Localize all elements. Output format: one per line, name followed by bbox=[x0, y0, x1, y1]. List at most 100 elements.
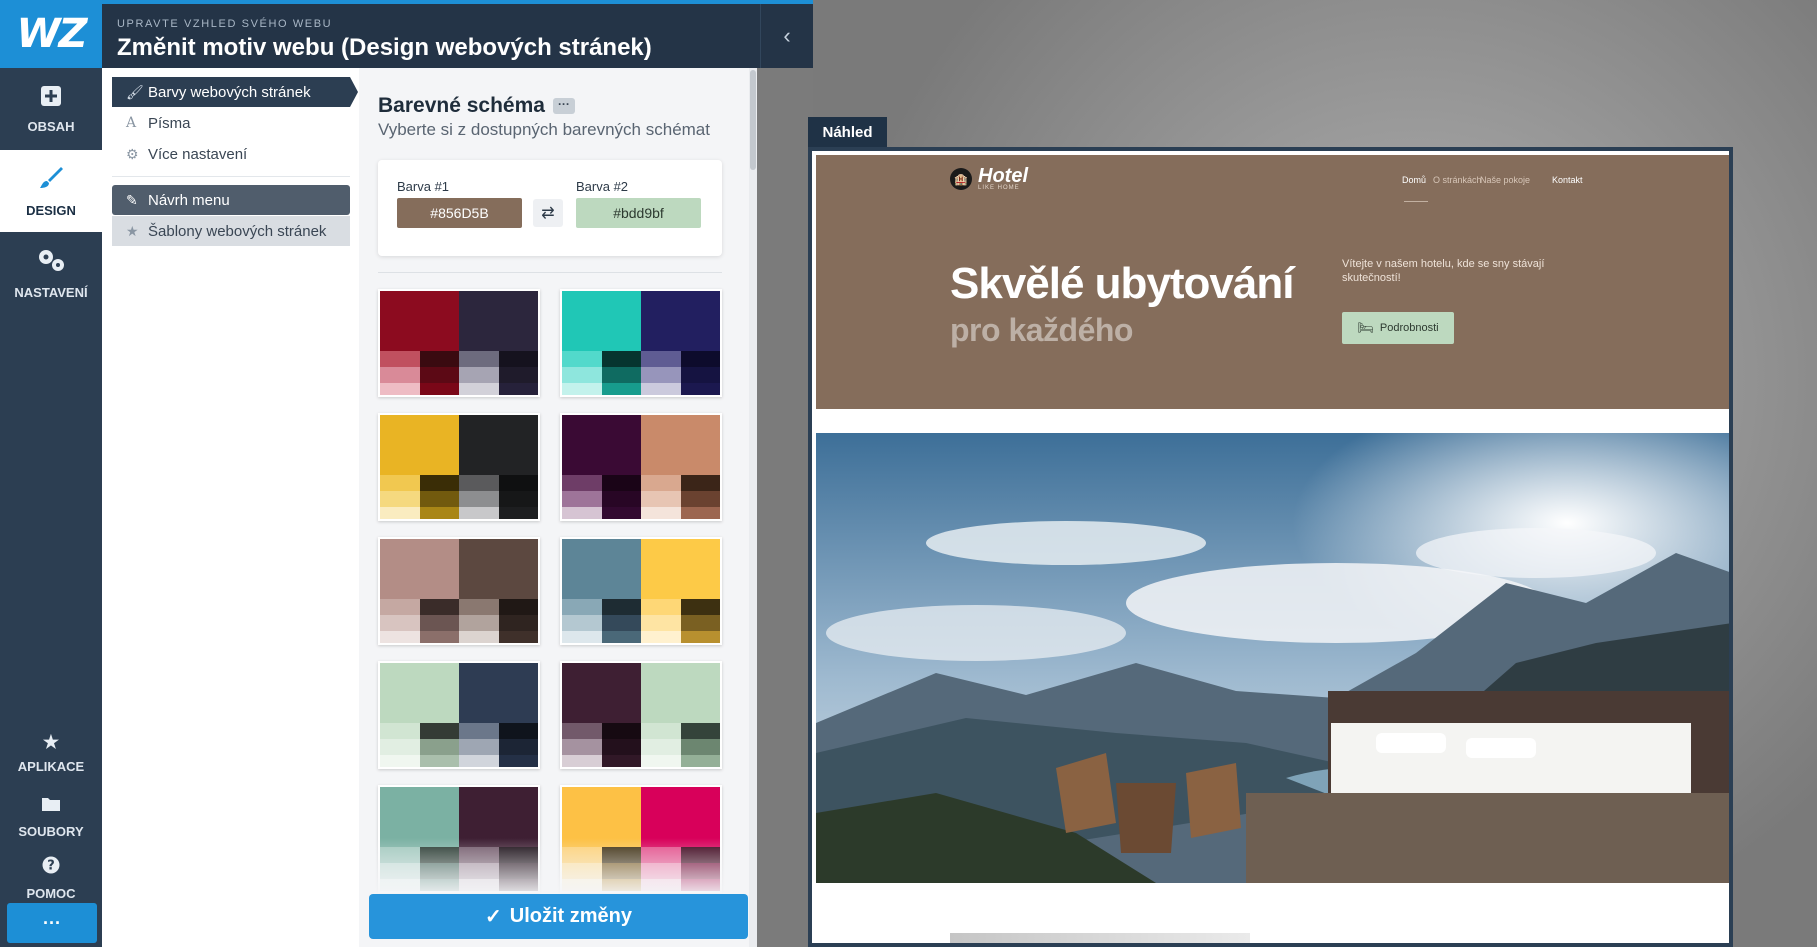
palette-shade-swatch bbox=[380, 723, 420, 739]
submenu-item-more-settings[interactable]: ⚙ Více nastavení bbox=[112, 139, 350, 169]
color1-swatch[interactable]: #856D5B bbox=[397, 198, 522, 228]
palette-option[interactable] bbox=[560, 289, 722, 397]
submenu-item-templates[interactable]: ★ Šablony webových stránek bbox=[112, 216, 350, 246]
color2-swatch[interactable]: #bdd9bf bbox=[576, 198, 701, 228]
hotel-logo[interactable]: 🏨 Hotel LIKE HOME bbox=[950, 166, 1028, 191]
rail-item-nastaveni[interactable]: NASTAVENÍ bbox=[0, 232, 102, 314]
nav-rooms[interactable]: Naše pokoje bbox=[1480, 175, 1530, 185]
collapse-panel-button[interactable]: ‹ bbox=[760, 4, 813, 68]
palette-shade-swatch bbox=[601, 507, 641, 519]
palette-shade-swatch bbox=[380, 491, 420, 507]
palette-shade-swatch bbox=[601, 739, 641, 755]
palette-option[interactable] bbox=[560, 413, 722, 521]
palette-shade-swatch bbox=[562, 507, 602, 519]
rail-item-pomoc[interactable]: ? POMOC bbox=[0, 846, 102, 908]
rail-label-nastaveni: NASTAVENÍ bbox=[14, 284, 88, 300]
nav-home[interactable]: Domů bbox=[1402, 175, 1426, 185]
submenu-label: Písma bbox=[148, 114, 191, 132]
panel-subtitle: Vyberte si z dostupných barevných schéma… bbox=[378, 120, 710, 139]
palette-shade-swatch bbox=[380, 351, 420, 367]
swap-colors-button[interactable]: ⇄ bbox=[533, 199, 563, 227]
header-subtitle: UPRAVTE VZHLED SVÉHO WEBU bbox=[117, 18, 333, 30]
details-button[interactable]: 🛏 Podrobnosti bbox=[1342, 312, 1454, 344]
more-button[interactable]: ··· bbox=[7, 903, 97, 943]
nav-contact[interactable]: Kontakt bbox=[1552, 175, 1583, 185]
palette-main-swatch bbox=[641, 663, 720, 723]
palette-shade-swatch bbox=[380, 755, 420, 767]
color2-label: Barva #2 bbox=[576, 179, 629, 194]
palette-shade-swatch bbox=[459, 631, 499, 643]
rail-item-soubory[interactable]: SOUBORY bbox=[0, 784, 102, 846]
palette-shade-swatch bbox=[459, 367, 499, 383]
star-icon: ★ bbox=[42, 732, 60, 752]
paintbrush-icon bbox=[38, 165, 64, 197]
preview-frame: 🏨 Hotel LIKE HOME Domů O stránkách Naše … bbox=[808, 147, 1733, 947]
plus-square-icon bbox=[40, 85, 62, 113]
details-label: Podrobnosti bbox=[1379, 322, 1439, 334]
submenu-item-menu-design[interactable]: ✎ Návrh menu bbox=[112, 185, 350, 215]
colors-card: Barva #1 #856D5B ⇄ Barva #2 #bdd9bf bbox=[378, 160, 722, 256]
palette-main-swatch bbox=[459, 539, 538, 599]
scrollbar-thumb[interactable] bbox=[750, 70, 756, 170]
nav-about[interactable]: O stránkách bbox=[1433, 175, 1482, 185]
rail-item-aplikace[interactable]: ★ APLIKACE bbox=[0, 722, 102, 784]
palette-shade-swatch bbox=[641, 615, 681, 631]
palette-shade-swatch bbox=[601, 631, 641, 643]
palette-shade-swatch bbox=[380, 631, 420, 643]
panel-scrollbar[interactable] bbox=[749, 68, 757, 947]
rail-item-design[interactable]: DESIGN bbox=[0, 150, 102, 232]
content-placeholder bbox=[950, 933, 1250, 943]
palette-option[interactable] bbox=[560, 661, 722, 769]
palette-shade-swatch bbox=[641, 383, 681, 395]
submenu-divider bbox=[112, 176, 350, 177]
check-icon: ✓ bbox=[484, 906, 502, 928]
nav-active-indicator bbox=[1404, 201, 1428, 202]
palette-option[interactable] bbox=[378, 413, 540, 521]
save-button[interactable]: ✓ Uložit změny bbox=[369, 894, 748, 939]
hero-photo bbox=[816, 433, 1729, 883]
palette-shade-swatch bbox=[641, 739, 681, 755]
hero-headline: Skvělé ubytování bbox=[950, 259, 1294, 308]
palette-shade-swatch bbox=[419, 367, 459, 383]
palette-shade-swatch bbox=[459, 383, 499, 395]
palette-shade-swatch bbox=[419, 615, 459, 631]
submenu-label: Více nastavení bbox=[148, 145, 248, 163]
palette-shade-swatch bbox=[562, 351, 602, 367]
hero-intro: Vítejte v našem hotelu, kde se sny stáva… bbox=[1342, 258, 1545, 284]
submenu-item-fonts[interactable]: A Písma bbox=[112, 108, 350, 138]
palette-shade-swatch bbox=[601, 755, 641, 767]
submenu-label: Šablony webových stránek bbox=[148, 222, 327, 240]
palette-shade-swatch bbox=[601, 383, 641, 395]
rail-item-obsah[interactable]: OBSAH bbox=[0, 68, 102, 150]
palette-option[interactable] bbox=[378, 537, 540, 645]
palette-shade-swatch bbox=[459, 475, 499, 491]
palette-option[interactable] bbox=[378, 661, 540, 769]
chevron-left-icon: ‹ bbox=[783, 23, 791, 48]
site-hero: 🏨 Hotel LIKE HOME Domů O stránkách Naše … bbox=[816, 155, 1729, 409]
palette-shade-swatch bbox=[380, 739, 420, 755]
palette-option[interactable] bbox=[378, 289, 540, 397]
palette-shade-swatch bbox=[562, 383, 602, 395]
more-options-icon[interactable]: ··· bbox=[552, 98, 575, 115]
folder-icon bbox=[41, 792, 61, 818]
palette-shade-swatch bbox=[498, 507, 538, 519]
palette-main-swatch bbox=[459, 291, 538, 351]
palette-shade-swatch bbox=[562, 631, 602, 643]
preview-tab[interactable]: Náhled bbox=[808, 117, 887, 147]
palette-option[interactable] bbox=[560, 537, 722, 645]
gears-icon: ⚙ bbox=[126, 145, 139, 162]
palette-shade-swatch bbox=[459, 599, 499, 615]
swap-icon: ⇄ bbox=[541, 205, 555, 222]
palette-shade-swatch bbox=[419, 383, 459, 395]
palette-shade-swatch bbox=[380, 475, 420, 491]
submenu-item-colors[interactable]: 🖌 Barvy webových stránek bbox=[112, 77, 358, 107]
palette-shade-swatch bbox=[601, 723, 641, 739]
font-icon: A bbox=[126, 115, 137, 131]
pencil-icon: ✎ bbox=[126, 191, 138, 208]
panel-divider bbox=[378, 272, 722, 273]
help-icon: ? bbox=[42, 854, 60, 880]
palette-shade-swatch bbox=[459, 507, 499, 519]
wz-logo[interactable]: WZ bbox=[0, 0, 102, 68]
palette-shade-swatch bbox=[601, 475, 641, 491]
gears-icon bbox=[36, 247, 66, 279]
